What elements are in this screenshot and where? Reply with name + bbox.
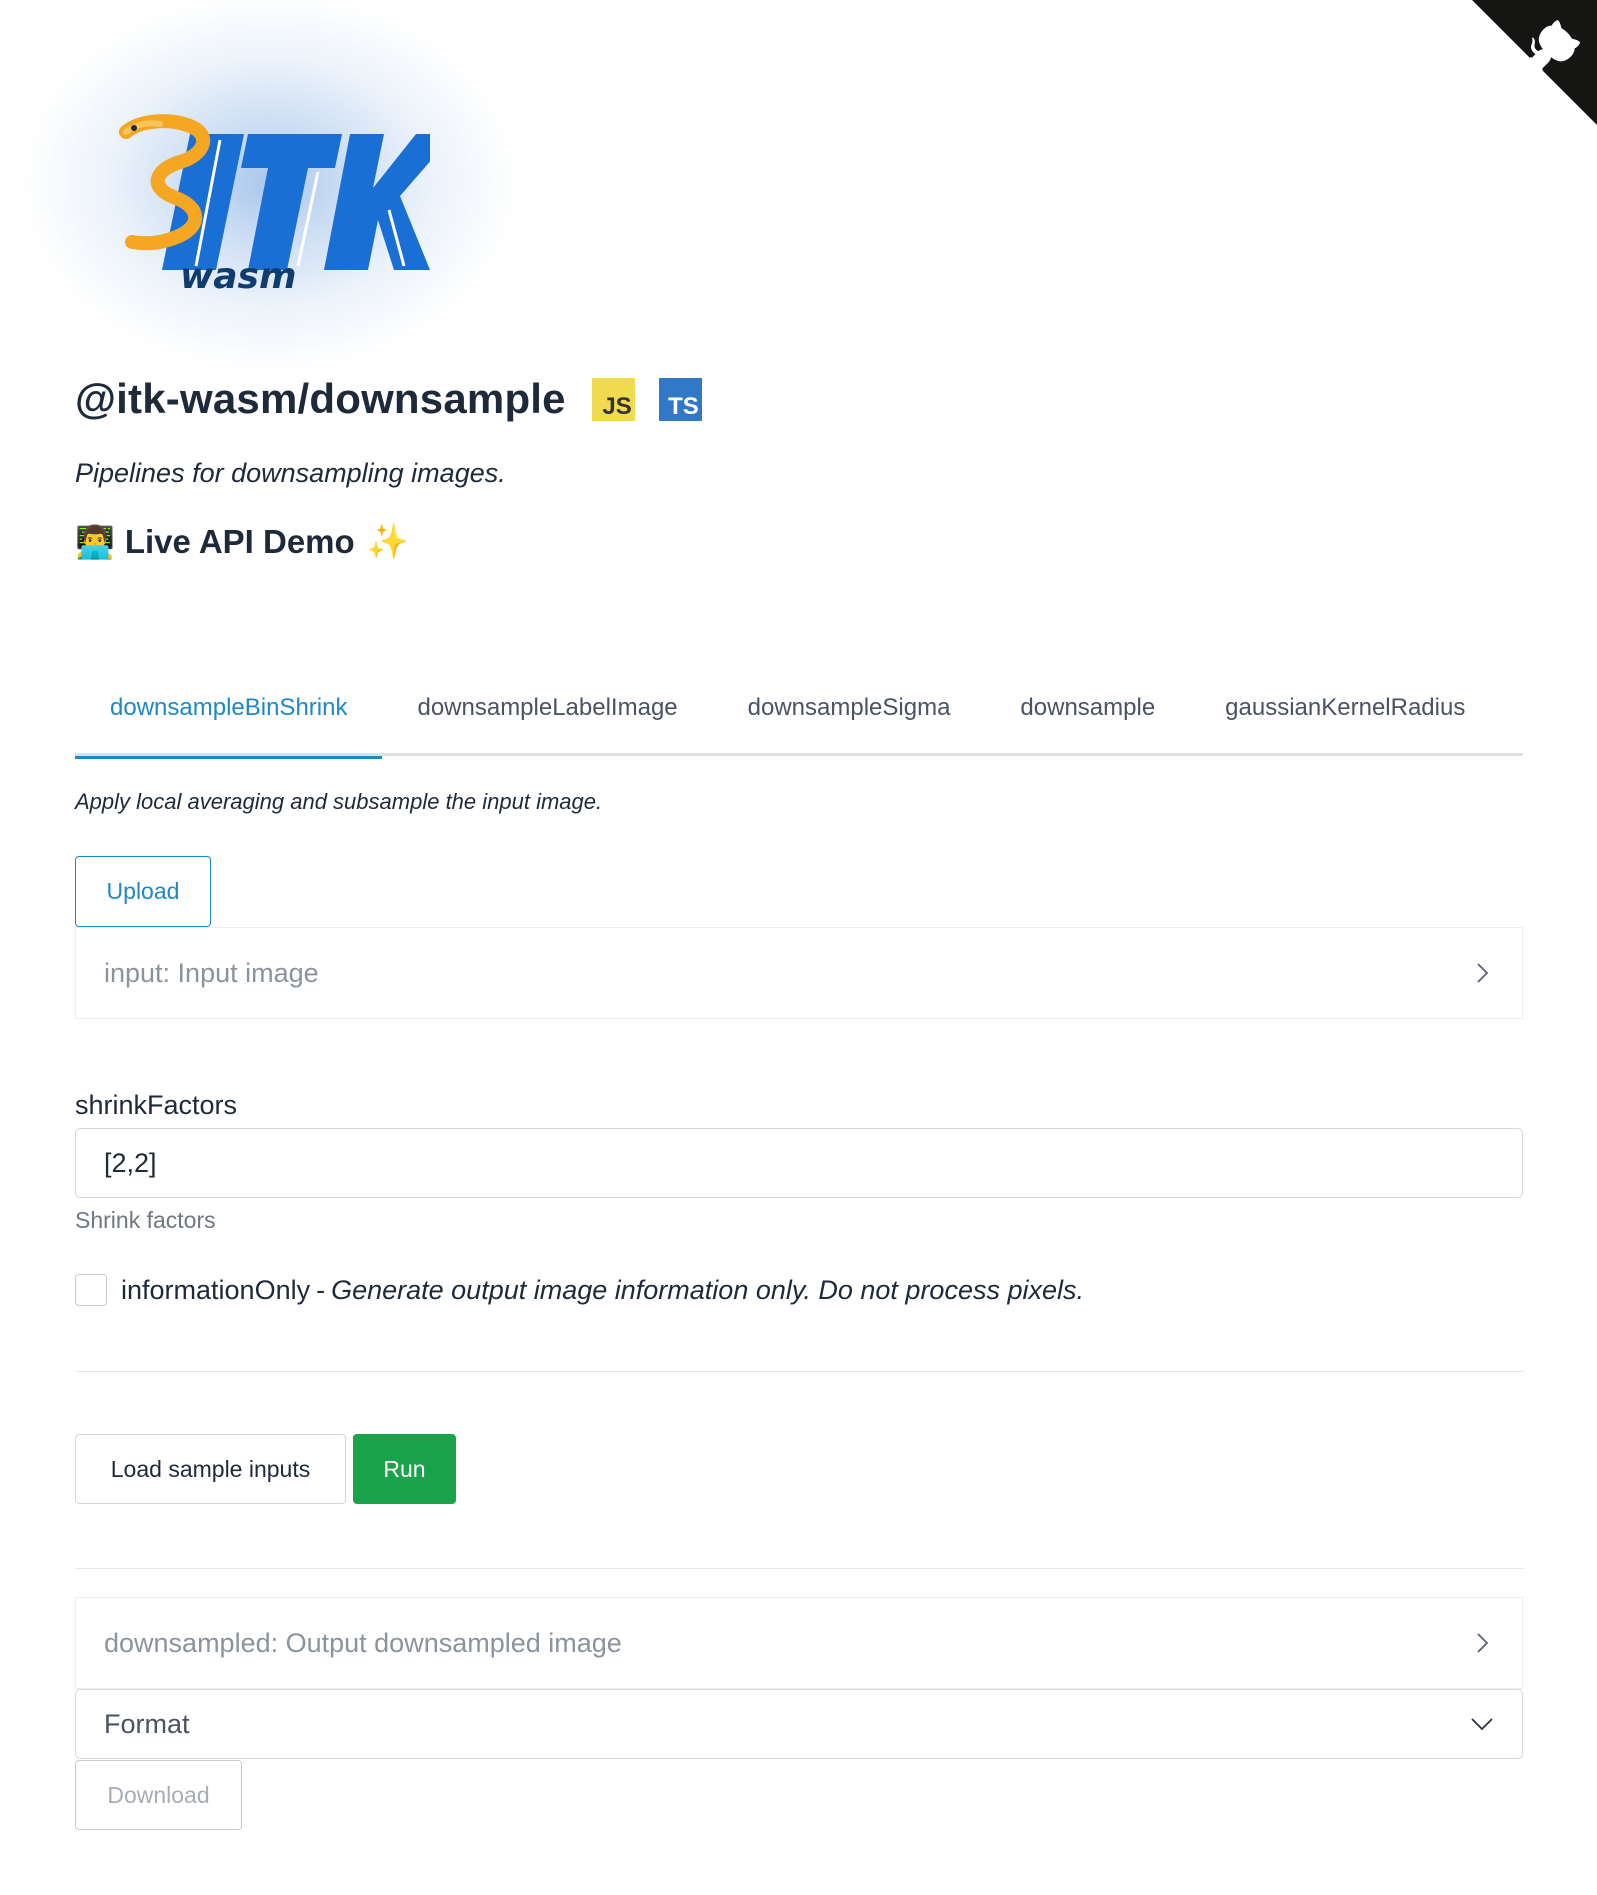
input-image-panel-label: input: Input image (104, 957, 319, 988)
javascript-badge-icon[interactable]: JS (591, 377, 635, 421)
itk-wasm-logo: wasm (119, 114, 430, 290)
information-only-checkbox[interactable] (75, 1274, 107, 1306)
input-image-panel[interactable]: input: Input image (75, 927, 1523, 1019)
title-row: @itk-wasm/downsample JS TS (75, 375, 702, 423)
tab-downsample[interactable]: downsample (985, 680, 1190, 756)
chevron-down-icon (1471, 1718, 1493, 1731)
demo-heading-text: Live API Demo (124, 523, 355, 560)
tab-gaussian-kernel-radius[interactable]: gaussianKernelRadius (1190, 680, 1500, 756)
logo-subtext: wasm (180, 256, 297, 290)
divider (75, 1568, 1523, 1569)
sparkles-icon: ✨ (366, 522, 410, 562)
tab-downsample-bin-shrink[interactable]: downsampleBinShrink (75, 680, 383, 759)
information-only-row: informationOnly - Generate output image … (75, 1274, 1084, 1306)
upload-button[interactable]: Upload (75, 856, 211, 927)
page: wasm @itk-wasm/downsample JS TS Pipeline… (0, 0, 1597, 1895)
output-image-panel[interactable]: downsampled: Output downsampled image (75, 1597, 1523, 1689)
page-subtitle: Pipelines for downsampling images. (75, 458, 506, 488)
pipeline-tabs: downsampleBinShrink downsampleLabelImage… (75, 680, 1523, 759)
shrink-factors-help: Shrink factors (75, 1207, 216, 1233)
tab-description: Apply local averaging and subsample the … (75, 789, 603, 814)
chevron-right-icon (1477, 963, 1489, 983)
shrink-factors-label: shrinkFactors (75, 1090, 238, 1120)
tab-downsample-label-image[interactable]: downsampleLabelImage (382, 680, 712, 756)
information-only-separator: - (316, 1274, 326, 1305)
format-select-value: Format (104, 1708, 190, 1739)
information-only-label: informationOnly (121, 1274, 311, 1305)
shrink-factors-input[interactable] (75, 1128, 1523, 1198)
chevron-right-icon (1477, 1633, 1489, 1653)
divider (75, 1371, 1523, 1372)
page-title: @itk-wasm/downsample (75, 375, 566, 422)
information-only-description: Generate output image information only. … (331, 1274, 1084, 1305)
github-corner-icon[interactable] (1472, 0, 1597, 125)
output-image-panel-label: downsampled: Output downsampled image (104, 1627, 622, 1658)
tab-downsample-sigma[interactable]: downsampleSigma (713, 680, 986, 756)
download-button[interactable]: Download (75, 1760, 242, 1830)
load-sample-inputs-button[interactable]: Load sample inputs (75, 1434, 346, 1504)
run-button[interactable]: Run (353, 1434, 456, 1504)
logo: wasm (10, 0, 530, 380)
format-select[interactable]: Format (75, 1689, 1523, 1759)
technologist-icon: 👨‍💻 (75, 523, 115, 561)
demo-heading: 👨‍💻 Live API Demo ✨ (75, 522, 409, 562)
typescript-badge-icon[interactable]: TS (658, 377, 702, 421)
